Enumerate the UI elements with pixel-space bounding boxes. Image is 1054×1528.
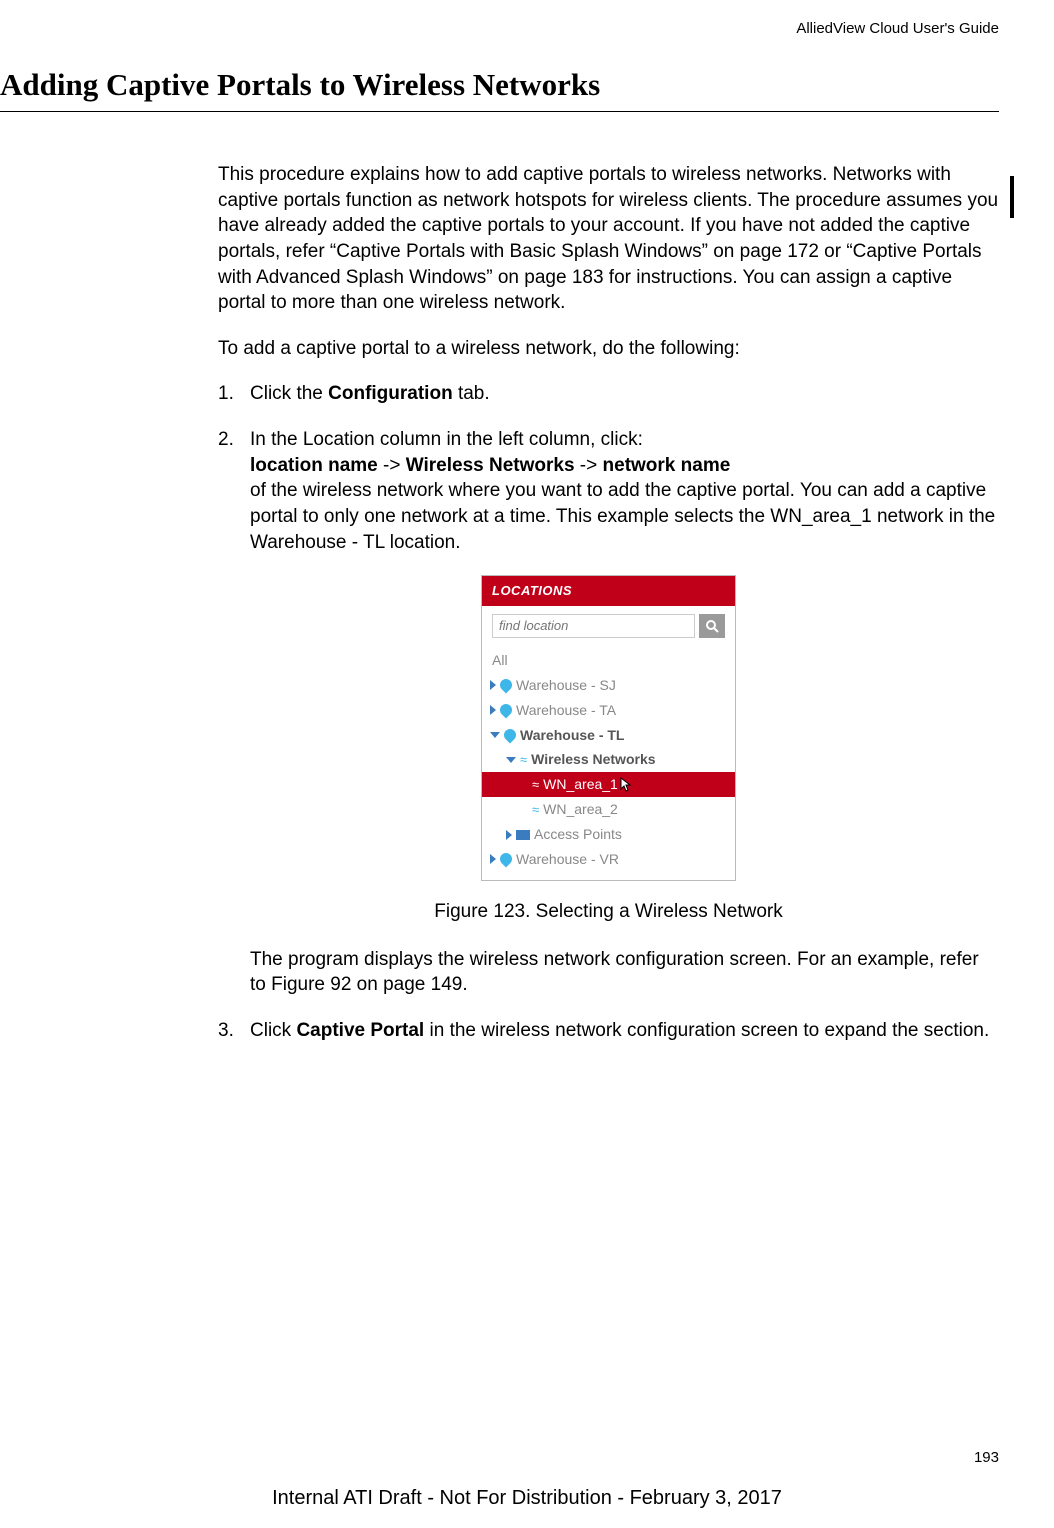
locations-panel: LOCATIONS All Warehouse - SJ Warehouse -… [481, 575, 736, 881]
tree-item-warehouse-vr[interactable]: Warehouse - VR [482, 847, 735, 872]
step-1-pre: Click the [250, 383, 328, 404]
tree-item-warehouse-tl[interactable]: Warehouse - TL [482, 723, 735, 748]
location-pin-icon [502, 726, 519, 743]
tree-item-access-points[interactable]: Access Points [482, 822, 735, 847]
running-header: AlliedView Cloud User's Guide [0, 20, 999, 37]
tree-label-sj: Warehouse - SJ [516, 676, 616, 695]
step-2-number: 2. [218, 427, 250, 555]
step-2-a1: -> [378, 455, 406, 476]
tree-label-area2: WN_area_2 [543, 800, 618, 819]
intro-paragraph-1: This procedure explains how to add capti… [218, 162, 999, 316]
step-2-rest: of the wireless network where you want t… [250, 480, 995, 552]
change-bar [1010, 176, 1014, 218]
step-3-post: in the wireless network configuration sc… [424, 1020, 989, 1041]
footer-draft-notice: Internal ATI Draft - Not For Distributio… [0, 1487, 1054, 1510]
tree-all[interactable]: All [482, 648, 735, 673]
tree-item-wireless-networks[interactable]: ≈Wireless Networks [482, 747, 735, 772]
caret-right-icon [490, 854, 496, 864]
step-3-text: Click Captive Portal in the wireless net… [250, 1018, 999, 1044]
location-pin-icon [498, 851, 515, 868]
tree-label-vr: Warehouse - VR [516, 850, 619, 869]
search-button[interactable] [699, 614, 725, 638]
figure-after-text: The program displays the wireless networ… [250, 947, 999, 998]
step-2-b1: location name [250, 455, 378, 476]
section-heading: Adding Captive Portals to Wireless Netwo… [0, 67, 999, 112]
tree-all-label: All [492, 651, 508, 670]
tree-label-ap: Access Points [534, 825, 622, 844]
step-1-text: Click the Configuration tab. [250, 381, 999, 407]
step-2-line1: In the Location column in the left colum… [250, 429, 643, 450]
search-icon [705, 619, 719, 633]
wifi-icon: ≈ [520, 751, 527, 769]
step-1-bold: Configuration [328, 383, 453, 404]
caret-down-icon [506, 757, 516, 763]
locations-tree: All Warehouse - SJ Warehouse - TA Wareho… [482, 646, 735, 880]
step-3-pre: Click [250, 1020, 296, 1041]
step-3-bold: Captive Portal [296, 1020, 424, 1041]
locations-search-row [482, 606, 735, 646]
step-3: 3. Click Captive Portal in the wireless … [218, 1018, 999, 1044]
step-3-number: 3. [218, 1018, 250, 1044]
step-2-a2: -> [575, 455, 603, 476]
figure-after-text-row: The program displays the wireless networ… [218, 947, 999, 998]
caret-down-icon [490, 732, 500, 738]
location-pin-icon [498, 702, 515, 719]
tree-item-wn-area-1[interactable]: ≈WN_area_1 [482, 772, 735, 797]
access-point-icon [516, 830, 530, 840]
locations-panel-title: LOCATIONS [482, 576, 735, 606]
tree-label-tl: Warehouse - TL [520, 726, 625, 745]
tree-label-wn: Wireless Networks [531, 750, 655, 769]
tree-item-warehouse-ta[interactable]: Warehouse - TA [482, 698, 735, 723]
intro-paragraph-2: To add a captive portal to a wireless ne… [218, 336, 999, 362]
caret-right-icon [490, 705, 496, 715]
step-1-post: tab. [453, 383, 490, 404]
caret-right-icon [490, 680, 496, 690]
figure-123: LOCATIONS All Warehouse - SJ Warehouse -… [218, 575, 999, 881]
wifi-icon: ≈ [532, 801, 539, 819]
step-1-number: 1. [218, 381, 250, 407]
tree-item-wn-area-2[interactable]: ≈WN_area_2 [482, 797, 735, 822]
caret-right-icon [506, 830, 512, 840]
location-pin-icon [498, 677, 515, 694]
step-1: 1. Click the Configuration tab. [218, 381, 999, 407]
tree-item-warehouse-sj[interactable]: Warehouse - SJ [482, 673, 735, 698]
step-2-text: In the Location column in the left colum… [250, 427, 999, 555]
tree-label-ta: Warehouse - TA [516, 701, 616, 720]
figure-caption: Figure 123. Selecting a Wireless Network [218, 899, 999, 925]
search-input[interactable] [492, 614, 695, 638]
step-2-b3: network name [603, 455, 731, 476]
wifi-icon: ≈ [532, 776, 539, 794]
step-2-b2: Wireless Networks [406, 455, 575, 476]
cursor-icon [620, 777, 634, 793]
step-2: 2. In the Location column in the left co… [218, 427, 999, 555]
tree-label-area1: WN_area_1 [543, 775, 618, 794]
page-number: 193 [974, 1449, 999, 1466]
